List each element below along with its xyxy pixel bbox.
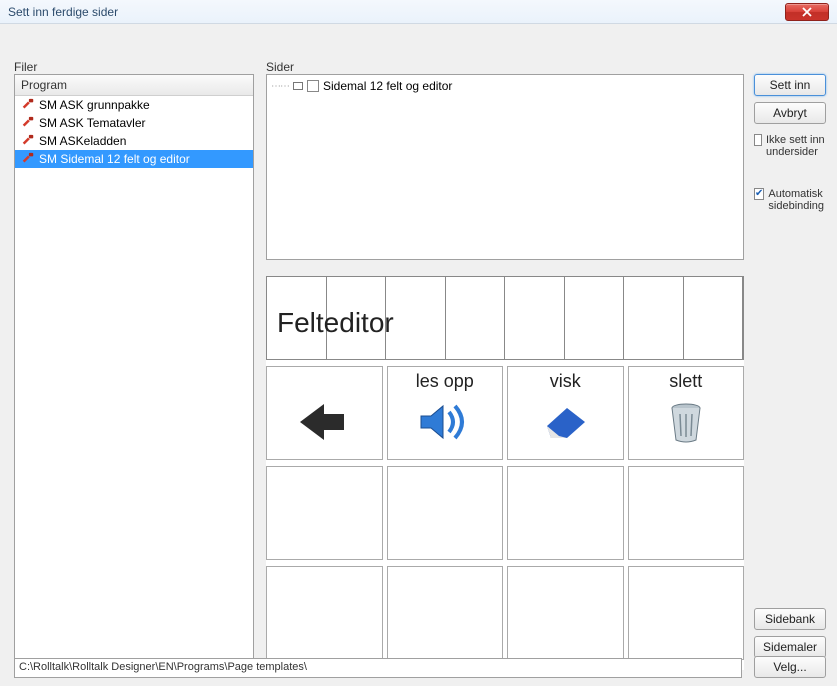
options-group: Ikke sett inn undersider Automatisk side… xyxy=(754,134,834,212)
sidemaler-button[interactable]: Sidemaler xyxy=(754,636,826,658)
cell-empty[interactable] xyxy=(507,466,624,560)
tree-connector-icon: ⋯⋯ xyxy=(271,81,289,92)
insert-button[interactable]: Sett inn xyxy=(754,74,826,96)
cell-back[interactable] xyxy=(266,366,383,460)
pages-pane: ⋯⋯ Sidemal 12 felt og editor xyxy=(266,74,744,260)
arrow-left-icon xyxy=(294,400,354,444)
hammer-icon xyxy=(21,152,35,166)
pages-label: Sider xyxy=(266,60,294,74)
cell-empty[interactable] xyxy=(387,566,504,660)
cell-read[interactable]: les opp xyxy=(387,366,504,460)
velg-button-wrap: Velg... xyxy=(754,656,826,678)
files-label: Filer xyxy=(14,60,37,74)
page-row[interactable]: ⋯⋯ Sidemal 12 felt og editor xyxy=(271,79,739,93)
preview-header-row: Felteditor xyxy=(266,276,744,360)
preview-row-1: les opp visk slett xyxy=(266,366,744,460)
tree-header: Program xyxy=(15,75,253,96)
tree-item[interactable]: SM ASKeladden xyxy=(15,132,253,150)
path-field[interactable]: C:\Rolltalk\Rolltalk Designer\EN\Program… xyxy=(14,658,742,678)
cell-empty[interactable] xyxy=(266,566,383,660)
cell-empty[interactable] xyxy=(266,466,383,560)
tree-item[interactable]: SM ASK grunnpakke xyxy=(15,96,253,114)
preview-pane: Felteditor les opp visk xyxy=(266,276,744,670)
cancel-button[interactable]: Avbryt xyxy=(754,102,826,124)
cell-label: slett xyxy=(669,371,702,392)
hammer-icon xyxy=(21,134,35,148)
cell-empty[interactable] xyxy=(628,466,745,560)
preview-row-3 xyxy=(266,566,744,660)
tree-item-label: SM ASKeladden xyxy=(39,134,126,148)
preview-row-2 xyxy=(266,466,744,560)
cell-erase[interactable]: visk xyxy=(507,366,624,460)
page-label: Sidemal 12 felt og editor xyxy=(323,79,452,93)
option-label: Ikke sett inn undersider xyxy=(766,134,834,158)
option-no-subpages[interactable]: Ikke sett inn undersider xyxy=(754,134,834,158)
cell-empty[interactable] xyxy=(507,566,624,660)
sidebank-button[interactable]: Sidebank xyxy=(754,608,826,630)
speaker-icon xyxy=(415,400,475,444)
window-title: Sett inn ferdige sider xyxy=(8,5,118,19)
tree-item-label: SM Sidemal 12 felt og editor xyxy=(39,152,190,166)
title-bar: Sett inn ferdige sider xyxy=(0,0,837,24)
option-label: Automatisk sidebinding xyxy=(768,188,834,212)
preview-title: Felteditor xyxy=(277,307,394,339)
tree-item-label: SM ASK Tematavler xyxy=(39,116,146,130)
tree-item-label: SM ASK grunnpakke xyxy=(39,98,150,112)
checkbox-icon[interactable] xyxy=(754,134,762,146)
hammer-icon xyxy=(21,116,35,130)
file-tree-pane: Program SM ASK grunnpakke SM ASK Tematav… xyxy=(14,74,254,670)
tree-item[interactable]: SM Sidemal 12 felt og editor xyxy=(15,150,253,168)
option-auto-binding[interactable]: Automatisk sidebinding xyxy=(754,188,834,212)
page-checkbox[interactable] xyxy=(307,80,319,92)
eraser-icon xyxy=(539,402,591,442)
cell-label: les opp xyxy=(416,371,474,392)
cell-delete[interactable]: slett xyxy=(628,366,745,460)
browse-button[interactable]: Velg... xyxy=(754,656,826,678)
close-icon xyxy=(802,7,812,17)
action-buttons: Sett inn Avbryt xyxy=(754,74,826,124)
checkbox-icon[interactable] xyxy=(754,188,764,200)
bottom-buttons: Sidebank Sidemaler xyxy=(754,608,826,658)
close-button[interactable] xyxy=(785,3,829,21)
trash-icon xyxy=(666,400,706,444)
cell-empty[interactable] xyxy=(387,466,504,560)
hammer-icon xyxy=(21,98,35,112)
tree-item[interactable]: SM ASK Tematavler xyxy=(15,114,253,132)
page-icon xyxy=(293,82,303,90)
dialog-body: Filer Sider Program SM ASK grunnpakke SM… xyxy=(0,24,837,686)
cell-empty[interactable] xyxy=(628,566,745,660)
cell-label: visk xyxy=(550,371,581,392)
